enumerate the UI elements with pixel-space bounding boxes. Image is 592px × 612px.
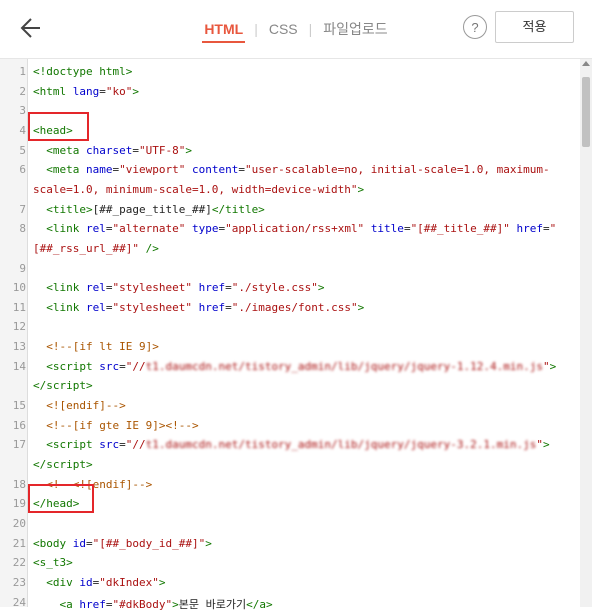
line-number: 7 bbox=[19, 202, 26, 216]
line-number: 14 bbox=[12, 359, 26, 373]
code-line[interactable]: <html lang="ko"> bbox=[33, 85, 563, 98]
line-number: 13 bbox=[12, 340, 26, 354]
help-icon[interactable]: ? bbox=[463, 15, 487, 39]
code-editor[interactable]: 1 <!doctype html> 2 <html lang="ko"> 3 4 <head… bbox=[0, 59, 592, 611]
line-number: 16 bbox=[12, 418, 26, 432]
code-line[interactable]: <script src="//t1.daumcdn.net/tistory_ad… bbox=[33, 360, 563, 373]
code-line[interactable]: </head> bbox=[33, 497, 563, 510]
line-number: 19 bbox=[12, 497, 26, 511]
line-number: 17 bbox=[12, 438, 26, 452]
scrollbar-thumb[interactable] bbox=[582, 77, 590, 147]
line-number: 8 bbox=[19, 222, 26, 236]
code-line[interactable]: <body id="[##_body_id_##]"> bbox=[33, 537, 563, 550]
code-line[interactable]: <!doctype html> bbox=[33, 65, 563, 78]
code-line[interactable]: <!--[if lt IE 9]> bbox=[33, 340, 563, 353]
code-line[interactable]: [##_rss_url_##]" /> bbox=[33, 242, 563, 255]
code-line[interactable]: <link rel="stylesheet" href="./images/fo… bbox=[33, 301, 563, 314]
code-line[interactable]: <!--<![endif]--> bbox=[33, 478, 563, 491]
code-line[interactable]: <![endif]--> bbox=[33, 399, 563, 412]
top-bar: HTML | CSS | 파일업로드 ? 적용 bbox=[0, 0, 592, 59]
line-number: 20 bbox=[12, 516, 26, 530]
code-line[interactable]: <link rel="stylesheet" href="./style.css… bbox=[33, 281, 563, 294]
tab-html[interactable]: HTML bbox=[202, 21, 246, 43]
code-line[interactable]: <link rel="alternate" type="application/… bbox=[33, 222, 563, 235]
line-number: 11 bbox=[12, 300, 26, 314]
line-number: 10 bbox=[12, 281, 26, 295]
head-open-highlight-box bbox=[28, 112, 89, 141]
code-line[interactable]: <title>[##_page_title_##]</title> bbox=[33, 203, 563, 216]
tab-css[interactable]: CSS bbox=[267, 21, 300, 37]
line-number: 12 bbox=[12, 320, 26, 334]
line-number: 22 bbox=[12, 556, 26, 570]
tab-separator: | bbox=[308, 21, 313, 37]
scroll-up-arrow-icon[interactable] bbox=[582, 61, 590, 66]
tab-separator: | bbox=[254, 21, 258, 37]
code-line[interactable]: </script> bbox=[33, 379, 563, 392]
code-line[interactable]: </script> bbox=[33, 458, 563, 471]
line-number: 23 bbox=[12, 575, 26, 589]
back-arrow-icon[interactable] bbox=[18, 14, 46, 42]
apply-button[interactable]: 적용 bbox=[495, 11, 574, 43]
line-number: 6 bbox=[19, 163, 26, 177]
code-line[interactable]: <meta charset="UTF-8"> bbox=[33, 144, 563, 157]
line-number: 1 bbox=[19, 65, 26, 78]
line-number: 2 bbox=[19, 84, 26, 98]
code-line[interactable]: <s_t3> bbox=[33, 556, 563, 569]
code-line[interactable]: scale=1.0, minimum-scale=1.0, width=devi… bbox=[33, 183, 563, 196]
line-number: 3 bbox=[19, 104, 26, 118]
line-number: 21 bbox=[12, 536, 26, 550]
line-number: 15 bbox=[12, 399, 26, 413]
line-number: 9 bbox=[19, 261, 26, 275]
line-number: 18 bbox=[12, 477, 26, 491]
code-line[interactable]: <script src="//t1.daumcdn.net/tistory_ad… bbox=[33, 438, 563, 451]
code-line[interactable]: <head> bbox=[33, 124, 563, 137]
code-line[interactable]: <!--[if gte IE 9]><!--> bbox=[33, 419, 563, 432]
code-line[interactable]: <a href="#dkBody">본문 바로가기</a> bbox=[33, 596, 563, 612]
code-line[interactable]: <meta name="viewport" content="user-scal… bbox=[33, 163, 563, 176]
line-number: 4 bbox=[19, 123, 26, 137]
tab-file-upload[interactable]: 파일업로드 bbox=[321, 19, 389, 39]
line-number: 5 bbox=[19, 143, 26, 157]
code-line[interactable]: <div id="dkIndex"> bbox=[33, 576, 563, 589]
head-close-highlight-box bbox=[28, 484, 94, 513]
